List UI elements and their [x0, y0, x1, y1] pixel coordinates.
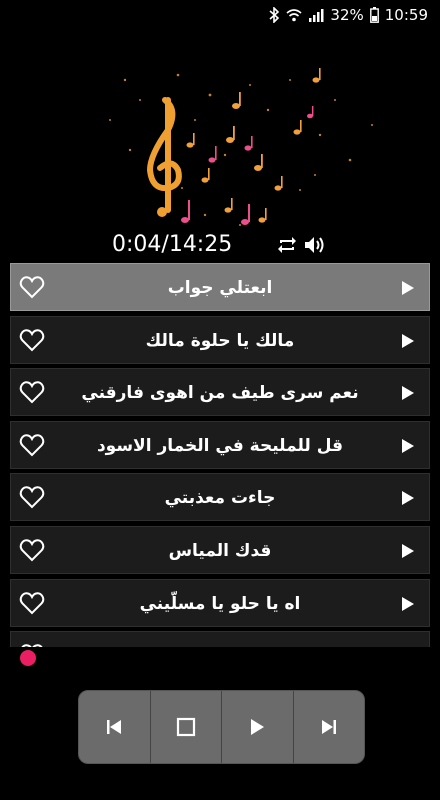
favorite-heart-icon[interactable] [19, 380, 45, 408]
play-song-icon[interactable] [401, 490, 415, 510]
play-song-icon[interactable] [401, 596, 415, 616]
song-title: مالك يا حلوة مالك [145, 330, 295, 351]
song-row[interactable] [10, 631, 430, 647]
song-title: قل للمليحة في الخمار الاسود [96, 435, 344, 456]
song-row[interactable]: قدك المياس [10, 526, 430, 574]
volume-icon[interactable] [303, 234, 327, 260]
play-song-icon[interactable] [401, 333, 415, 353]
favorite-heart-icon[interactable] [19, 328, 45, 356]
album-art [0, 40, 440, 235]
song-title: اه يا حلو يا مسلّيني [139, 593, 301, 614]
favorite-heart-icon[interactable] [19, 485, 45, 513]
song-title: نعم سرى طيف من اهوى فارقني [81, 383, 359, 404]
playback-progress-dot[interactable] [20, 650, 36, 666]
play-song-icon[interactable] [401, 280, 415, 300]
song-title: قدك المياس [168, 541, 272, 561]
song-row[interactable]: اه يا حلو يا مسلّيني [10, 578, 430, 627]
song-title: جاءت معذبتي [164, 488, 276, 509]
play-song-icon[interactable] [401, 438, 415, 458]
play-song-icon[interactable] [401, 385, 415, 405]
bluetooth-icon [268, 7, 280, 23]
player-controls [78, 690, 365, 764]
battery-icon [369, 7, 379, 23]
playback-time-row: 0:04/14:25 [0, 232, 440, 264]
play-button[interactable] [222, 691, 294, 763]
song-title [61, 632, 379, 647]
favorite-heart-icon[interactable] [19, 275, 45, 303]
song-list[interactable]: ابعتلي جواب مالك يا حلوة مالك نعم سرى طيف … [10, 263, 430, 647]
skip-next-icon [321, 720, 336, 734]
song-row[interactable]: نعم سرى طيف من اهوى فارقني [10, 368, 430, 417]
song-row[interactable]: قل للمليحة في الخمار الاسود [10, 420, 430, 469]
play-song-icon[interactable] [401, 543, 415, 563]
battery-percent: 32% [330, 6, 364, 24]
skip-previous-icon [107, 720, 122, 734]
previous-button[interactable] [79, 691, 151, 763]
song-row[interactable]: ابعتلي جواب [10, 263, 430, 311]
clock: 10:59 [384, 6, 428, 24]
next-button[interactable] [294, 691, 365, 763]
stop-button[interactable] [151, 691, 222, 763]
playback-time: 0:04/14:25 [112, 232, 233, 257]
status-bar: 32% 10:59 [0, 0, 440, 30]
repeat-icon[interactable] [276, 234, 298, 260]
song-row[interactable]: مالك يا حلوة مالك [10, 315, 430, 364]
favorite-heart-icon[interactable] [19, 643, 45, 647]
song-title: ابعتلي جواب [167, 278, 273, 298]
song-row[interactable]: جاءت معذبتي [10, 473, 430, 522]
stop-icon [176, 717, 195, 737]
favorite-heart-icon[interactable] [19, 538, 45, 566]
signal-icon [308, 8, 324, 22]
favorite-heart-icon[interactable] [19, 433, 45, 461]
favorite-heart-icon[interactable] [19, 591, 45, 619]
wifi-icon [286, 8, 302, 22]
play-icon [251, 719, 265, 735]
